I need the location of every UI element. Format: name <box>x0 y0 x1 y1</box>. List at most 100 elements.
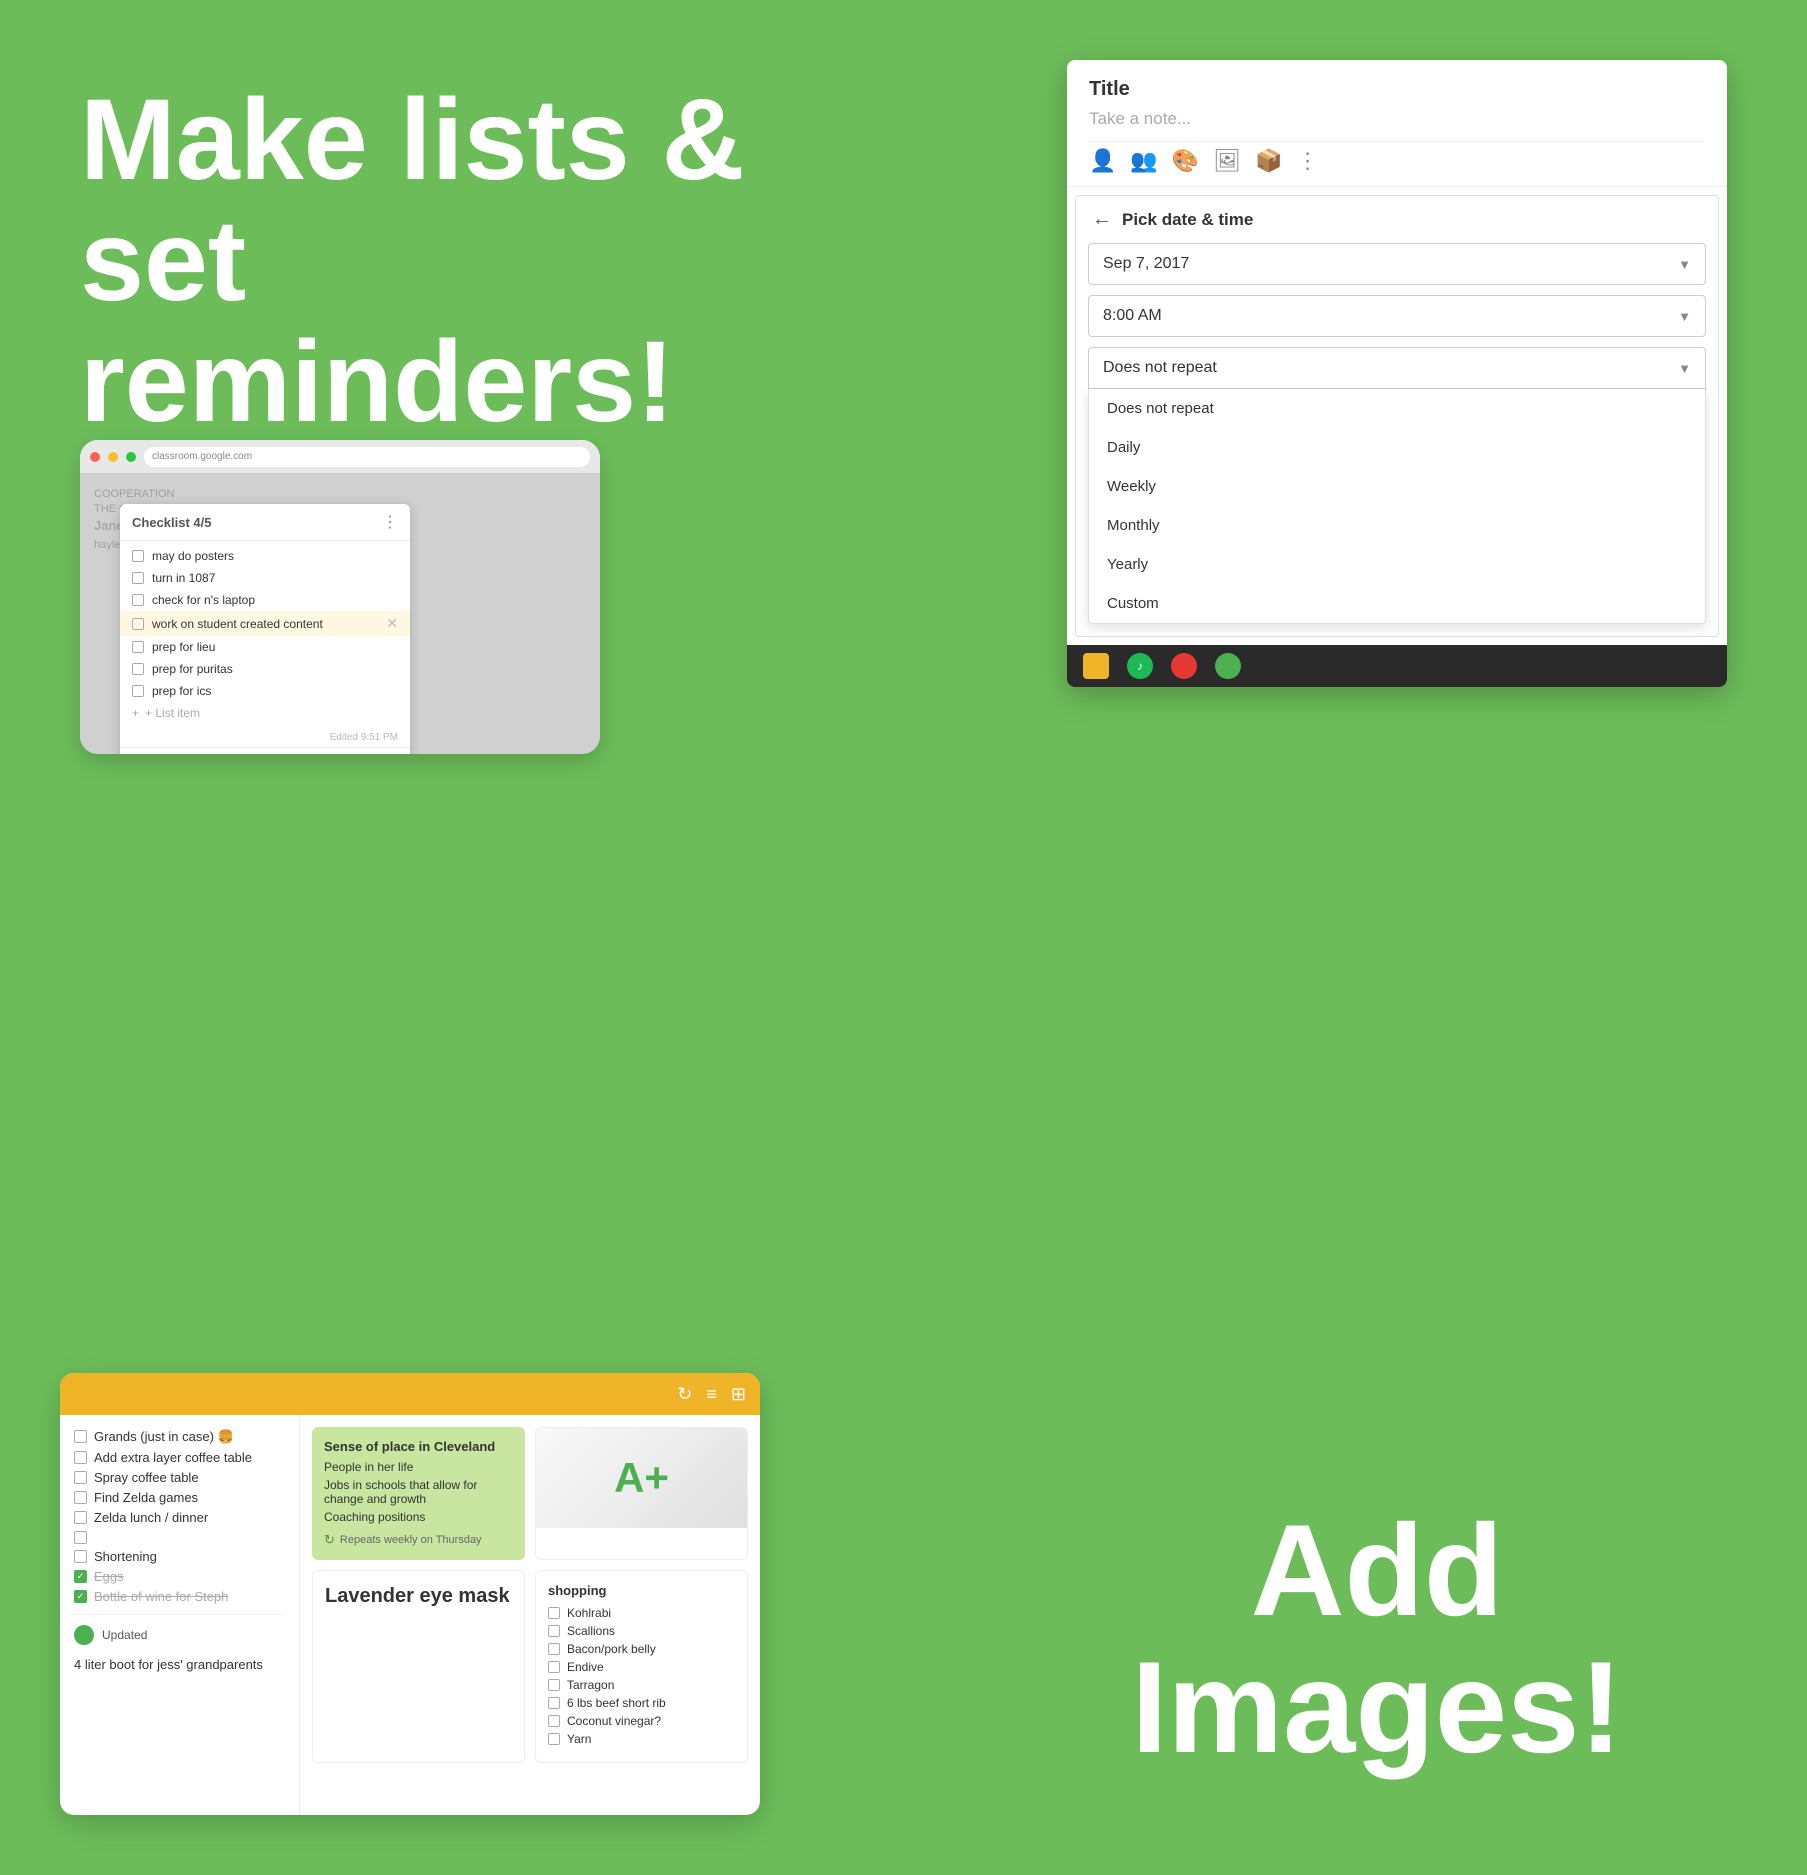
avatar <box>74 1625 94 1645</box>
list-item: Spray coffee table <box>74 1470 285 1485</box>
item-checkbox-checked[interactable]: ✓ <box>74 1570 87 1583</box>
popup-bottom: 👤 🎨 🖼 📦 ⋮ DONE <box>120 747 410 754</box>
lavender-title: Lavender eye mask <box>325 1583 512 1609</box>
archive-icon2[interactable]: 📦 <box>1255 148 1282 174</box>
date-picker-row[interactable]: Sep 7, 2017 ▼ <box>1088 243 1706 285</box>
item-checkbox[interactable] <box>132 572 144 584</box>
repeat-row-container: Does not repeat ▼ Does not repeat Daily … <box>1088 347 1706 624</box>
dropdown-item-daily[interactable]: Daily <box>1089 428 1705 467</box>
more-icon2[interactable]: ⋮ <box>1297 148 1319 174</box>
item-checkbox[interactable] <box>74 1471 87 1484</box>
green-card-line1: Sense of place in Cleveland <box>324 1439 513 1454</box>
shop-item: Bacon/pork belly <box>548 1642 735 1656</box>
list-item: work on student created content ✕ <box>120 611 410 636</box>
headline-text: Make lists & set reminders! <box>80 80 840 442</box>
shop-checkbox[interactable] <box>548 1607 560 1619</box>
lavender-card: Lavender eye mask <box>312 1570 525 1763</box>
plus-icon: + <box>132 706 139 720</box>
list-icon-top[interactable]: ≡ <box>706 1384 717 1405</box>
grid-icon-top[interactable]: ⊞ <box>731 1384 746 1405</box>
image-icon2[interactable]: 🖼 <box>1213 148 1241 174</box>
delete-icon[interactable]: ✕ <box>386 615 398 632</box>
notes-screenshot-area: ↻ ≡ ⊞ Grands (just in case) 🍔 Add extra … <box>60 1373 760 1815</box>
reminder-screenshot-area: Title Take a note... 👤 👥 🎨 🖼 📦 ⋮ ← Pick … <box>1067 60 1727 687</box>
shop-checkbox[interactable] <box>548 1697 560 1709</box>
item-checkbox[interactable] <box>74 1531 87 1544</box>
shop-checkbox[interactable] <box>548 1643 560 1655</box>
date-value: Sep 7, 2017 <box>1103 255 1189 273</box>
dropdown-item-weekly[interactable]: Weekly <box>1089 467 1705 506</box>
item-checkbox-checked2[interactable]: ✓ <box>74 1590 87 1603</box>
item-checkbox[interactable] <box>74 1511 87 1524</box>
item-checkbox[interactable] <box>74 1430 87 1443</box>
popup-header: Checklist 4/5 ⋮ <box>120 504 410 541</box>
item-checkbox[interactable] <box>132 685 144 697</box>
list-item: Shortening <box>74 1549 285 1564</box>
keep-bg-content: Title Take a note... 👤 👥 🎨 🖼 📦 ⋮ <box>1067 60 1727 187</box>
refresh-badge-icon: ↻ <box>324 1532 335 1548</box>
checklist-popup: Checklist 4/5 ⋮ may do posters turn in 1… <box>120 504 410 754</box>
shop-item: Scallions <box>548 1624 735 1638</box>
list-item: turn in 1087 <box>120 567 410 589</box>
item-checkbox[interactable] <box>74 1451 87 1464</box>
list-item: prep for puritas <box>120 658 410 680</box>
chevron-down-icon3: ▼ <box>1678 361 1691 376</box>
repeat-dropdown: Does not repeat Daily Weekly Monthly Yea… <box>1088 389 1706 624</box>
shop-checkbox[interactable] <box>548 1715 560 1727</box>
back-arrow-icon[interactable]: ← <box>1092 208 1112 231</box>
item-checkbox[interactable] <box>132 550 144 562</box>
green-card-line4: Coaching positions <box>324 1510 513 1524</box>
shop-checkbox[interactable] <box>548 1679 560 1691</box>
time-value: 8:00 AM <box>1103 307 1162 325</box>
item-checkbox[interactable] <box>132 641 144 653</box>
keep-note-field[interactable]: Take a note... <box>1089 109 1705 129</box>
shopping-title: shopping <box>548 1583 735 1598</box>
popup-title: Checklist 4/5 <box>132 515 212 530</box>
item-checkbox[interactable] <box>132 663 144 675</box>
add-images-line2: Images! <box>1131 1634 1622 1780</box>
group-icon[interactable]: 👥 <box>1130 148 1157 174</box>
dropdown-item-monthly[interactable]: Monthly <box>1089 506 1705 545</box>
green-card-line2: People in her life <box>324 1460 513 1474</box>
taskbar-icon-green <box>1215 653 1241 679</box>
notes-right-col: Sense of place in Cleveland People in he… <box>300 1415 760 1815</box>
dropdown-item-yearly[interactable]: Yearly <box>1089 545 1705 584</box>
dropdown-item-custom[interactable]: Custom <box>1089 584 1705 623</box>
taskbar: ♪ <box>1067 645 1727 687</box>
refresh-icon-top[interactable]: ↻ <box>677 1384 692 1405</box>
shop-checkbox[interactable] <box>548 1661 560 1673</box>
edited-text: Edited 9:51 PM <box>120 728 410 747</box>
item-checkbox[interactable] <box>132 594 144 606</box>
shop-item: Coconut vinegar? <box>548 1714 735 1728</box>
headline-area: Make lists & set reminders! <box>80 80 840 442</box>
browser-url-bar: classroom.google.com <box>144 447 590 467</box>
list-item: ✓ Bottle of wine for Steph <box>74 1589 285 1604</box>
item-checkbox[interactable] <box>74 1491 87 1504</box>
person-icon[interactable]: 👤 <box>1089 148 1116 174</box>
dropdown-item-does-not-repeat[interactable]: Does not repeat <box>1089 389 1705 428</box>
shop-checkbox[interactable] <box>548 1733 560 1745</box>
notes-window: ↻ ≡ ⊞ Grands (just in case) 🍔 Add extra … <box>60 1373 760 1815</box>
list-item: Find Zelda games <box>74 1490 285 1505</box>
time-picker-row[interactable]: 8:00 AM ▼ <box>1088 295 1706 337</box>
keep-title-field[interactable]: Title <box>1089 78 1705 101</box>
list-item: Zelda lunch / dinner <box>74 1510 285 1525</box>
shop-item: Yarn <box>548 1732 735 1746</box>
updated-label: Updated <box>102 1628 147 1642</box>
shop-item: Tarragon <box>548 1678 735 1692</box>
item-checkbox[interactable] <box>132 618 144 630</box>
list-item: ✓ Eggs <box>74 1569 285 1584</box>
item-checkbox[interactable] <box>74 1550 87 1563</box>
list-item: Add extra layer coffee table <box>74 1450 285 1465</box>
date-picker-label: Pick date & time <box>1122 210 1253 230</box>
shop-checkbox[interactable] <box>548 1625 560 1637</box>
add-list-item[interactable]: + + List item <box>120 702 410 724</box>
divider <box>74 1614 285 1615</box>
popup-close-icon[interactable]: ⋮ <box>382 512 398 532</box>
repeat-badge: ↻ Repeats weekly on Thursday <box>324 1532 513 1548</box>
palette-icon[interactable]: 🎨 <box>1172 148 1199 174</box>
avatar-row: Updated <box>74 1625 285 1645</box>
date-picker-panel: ← Pick date & time Sep 7, 2017 ▼ 8:00 AM… <box>1075 195 1719 637</box>
repeat-row[interactable]: Does not repeat ▼ <box>1088 347 1706 389</box>
page-root: Make lists & set reminders! classroom.go… <box>0 0 1807 1875</box>
